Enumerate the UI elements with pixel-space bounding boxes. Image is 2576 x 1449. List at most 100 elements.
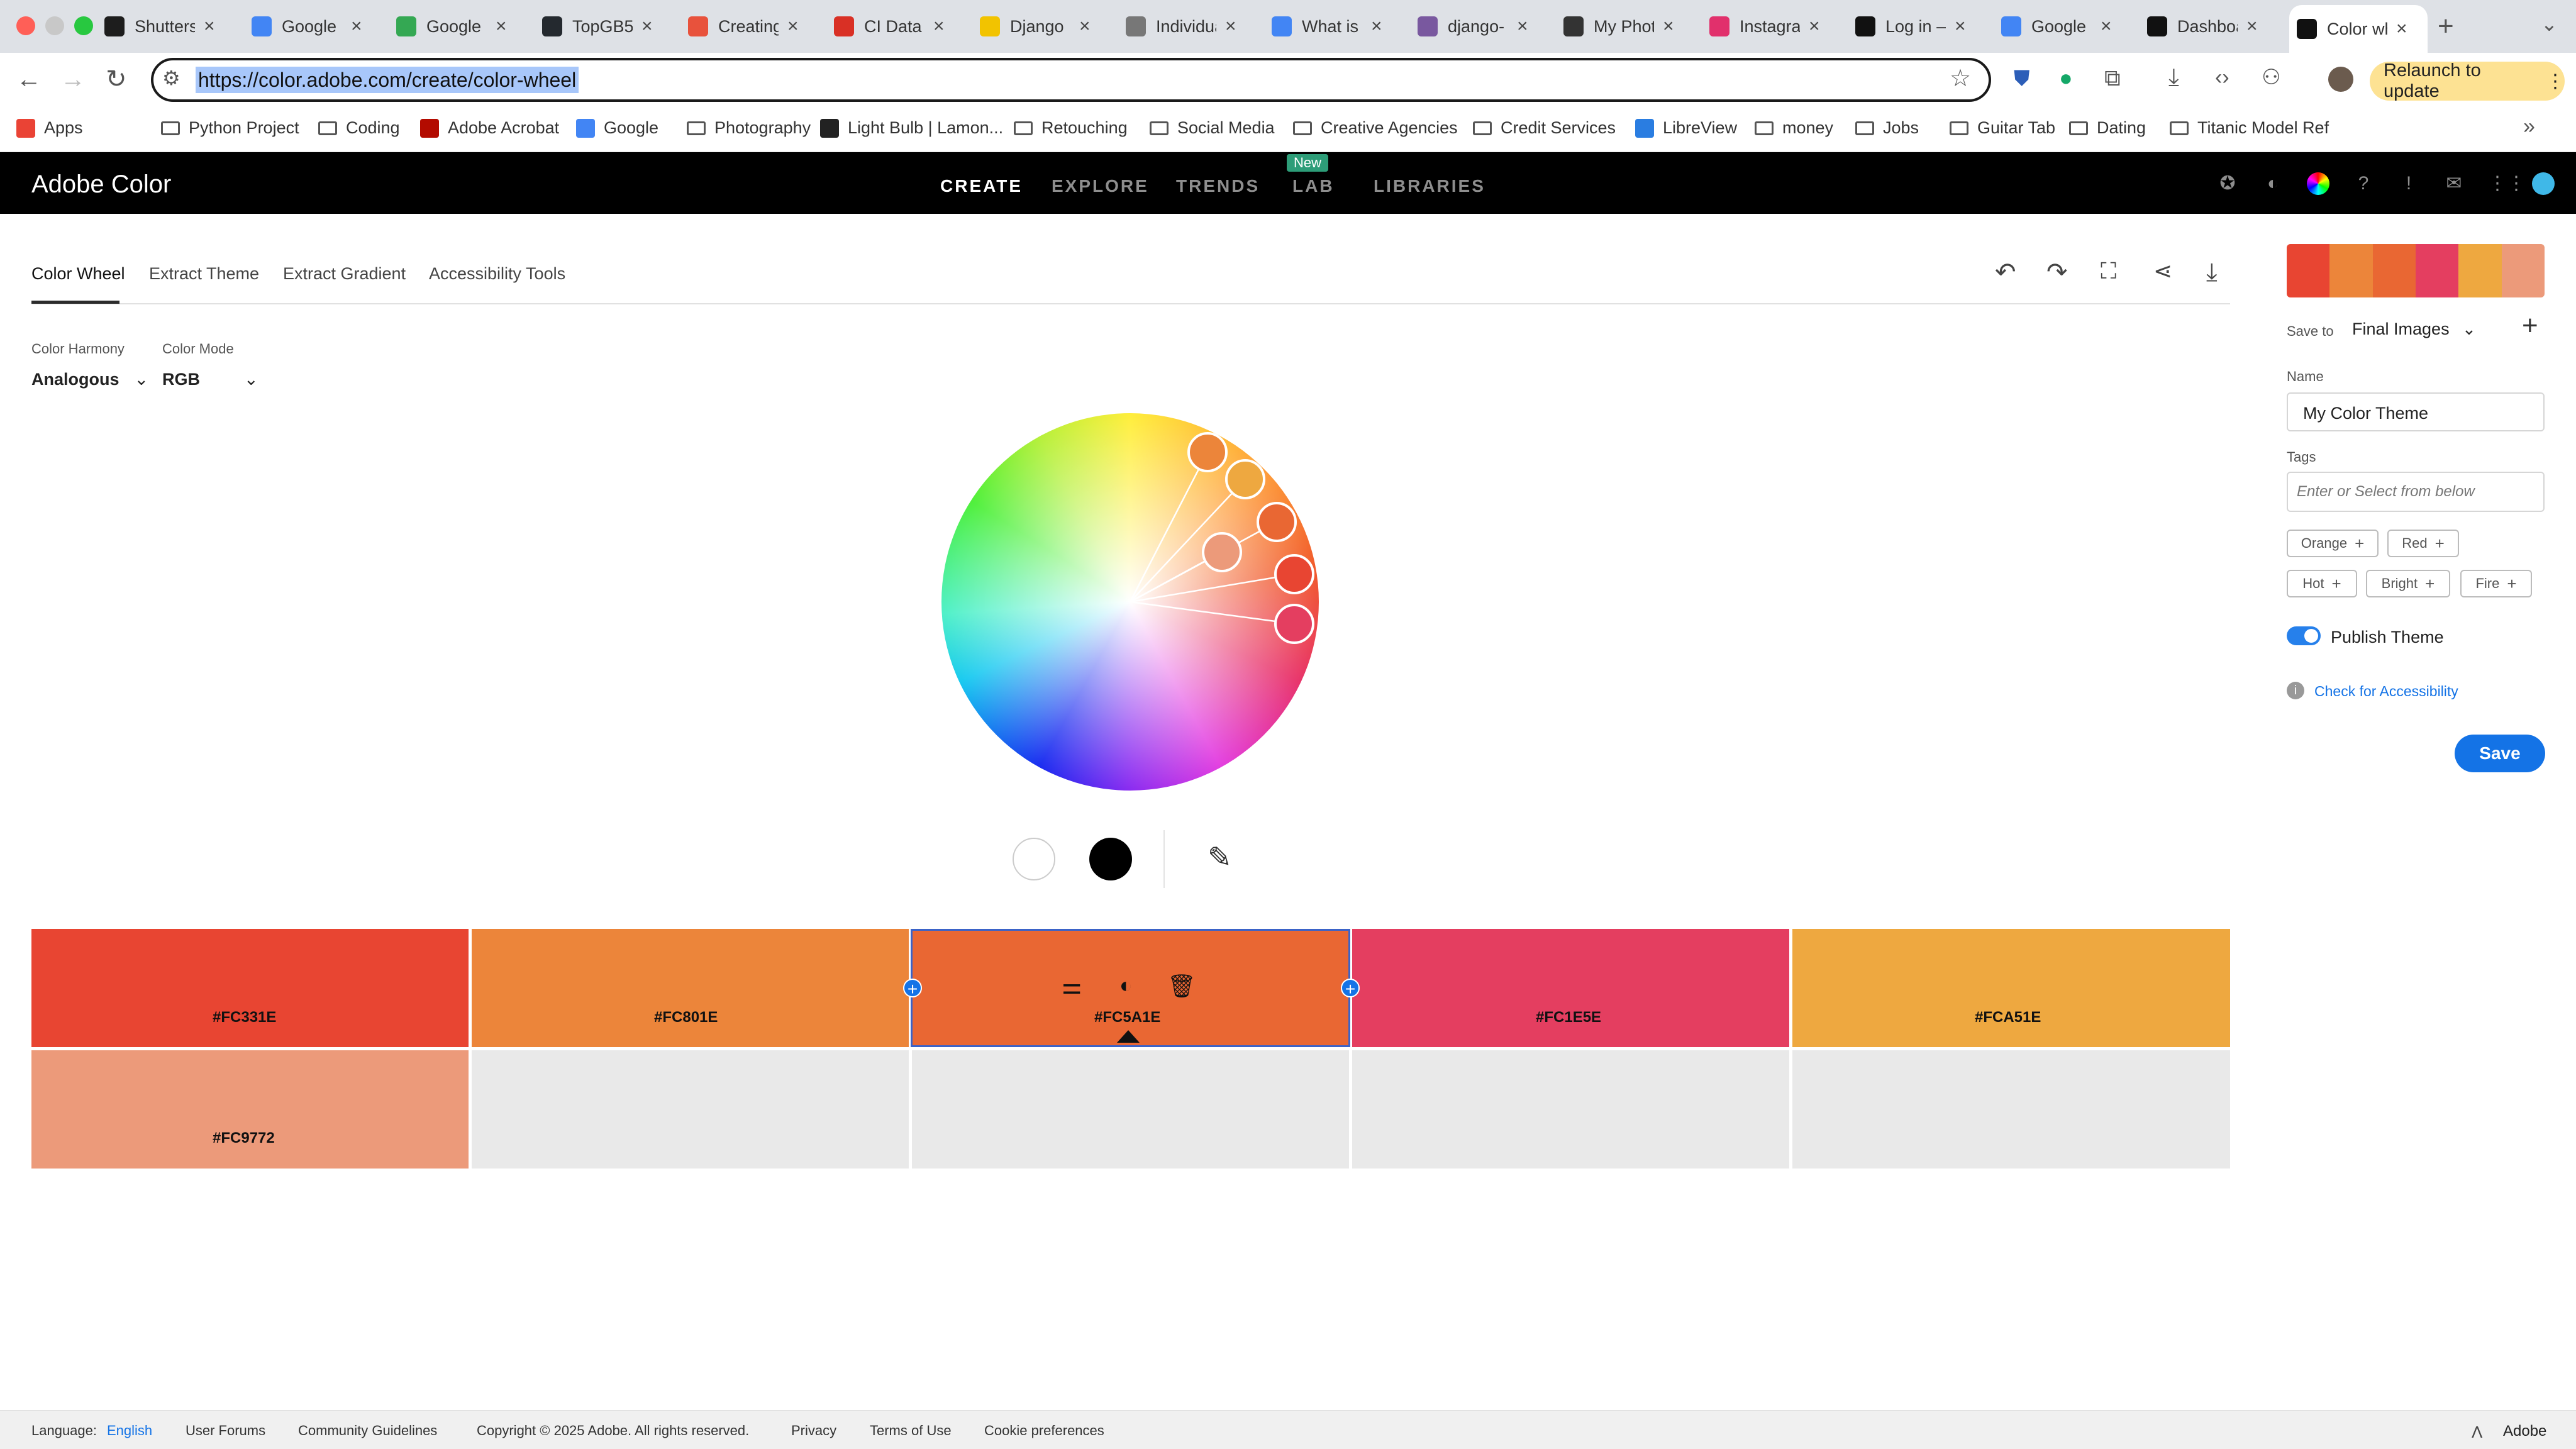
footer-cookie-preferences[interactable]: Cookie preferences — [984, 1423, 1104, 1439]
theme-name-field[interactable]: My Color Theme — [2287, 392, 2545, 431]
swatch-6-hex[interactable]: #FC9772 — [213, 1130, 275, 1147]
bookmark-item[interactable]: money — [1755, 118, 1833, 138]
nav-create[interactable]: CREATE — [940, 176, 1023, 196]
tag-chip[interactable]: Hot + — [2287, 570, 2357, 597]
footer-terms[interactable]: Terms of Use — [870, 1423, 952, 1439]
color-wheel-icon[interactable] — [2307, 172, 2329, 195]
browser-tab[interactable]: Individual × — [1126, 8, 1259, 45]
bookmark-item[interactable]: Python Project — [161, 118, 299, 138]
harmony-dropdown[interactable]: Analogous ⌄ — [31, 370, 148, 389]
redo-icon[interactable]: ↷ — [2046, 260, 2068, 285]
tag-chip[interactable]: Red + — [2387, 530, 2459, 557]
swatch-5[interactable] — [1792, 929, 2230, 1047]
bookmark-item[interactable]: Google — [576, 118, 658, 138]
undo-icon[interactable]: ↶ — [1995, 260, 2016, 285]
swatch-2-hex[interactable]: #FC801E — [654, 1009, 718, 1026]
fullscreen-window-icon[interactable] — [74, 16, 93, 35]
bookmark-item[interactable]: Jobs — [1855, 118, 1919, 138]
brand-logo[interactable]: Adobe Color — [31, 170, 171, 199]
white-brightness-button[interactable] — [1013, 838, 1055, 880]
close-tab-icon[interactable]: × — [1809, 16, 1820, 37]
close-tab-icon[interactable]: × — [1663, 16, 1674, 37]
forward-icon[interactable]: → — [60, 67, 86, 92]
fullscreen-icon[interactable]: ⛶ — [2101, 260, 2116, 282]
wheel-handle-2[interactable] — [1225, 459, 1265, 499]
publish-toggle[interactable] — [2287, 626, 2321, 645]
tab-accessibility-tools[interactable]: Accessibility Tools — [429, 264, 565, 284]
close-tab-icon[interactable]: × — [1371, 16, 1382, 37]
bookmark-item[interactable]: Coding — [318, 118, 400, 138]
swatch-1-hex[interactable]: #FC331E — [213, 1009, 276, 1026]
close-tab-icon[interactable]: × — [1225, 16, 1236, 37]
bookmark-item[interactable]: Light Bulb | Lamon... — [820, 118, 1003, 138]
swatch-6[interactable] — [31, 1050, 469, 1169]
tag-chip[interactable]: Bright + — [2366, 570, 2450, 597]
library-dropdown[interactable]: Final Images ⌄ — [2352, 319, 2476, 339]
help-icon[interactable]: ? — [2352, 172, 2375, 195]
swatch-1[interactable] — [31, 929, 469, 1047]
download-icon[interactable]: ⤓ — [2168, 65, 2179, 89]
wheel-handle-3[interactable] — [1257, 502, 1297, 542]
tab-extract-theme[interactable]: Extract Theme — [149, 264, 259, 284]
new-tab-icon[interactable]: + — [2438, 13, 2454, 40]
tags-input[interactable]: Enter or Select from below — [2287, 472, 2545, 512]
contrast-icon[interactable]: ◐ — [2262, 172, 2284, 195]
more-bookmarks-icon[interactable]: » — [2523, 116, 2535, 137]
swatch-2[interactable] — [472, 929, 909, 1047]
bookmark-item[interactable]: Titanic Model Ref — [2170, 118, 2329, 138]
share-icon[interactable]: ⋖ — [2153, 260, 2172, 282]
browser-tab[interactable]: TopGB5 × — [542, 8, 675, 45]
mode-dropdown[interactable]: RGB ⌄ — [162, 370, 258, 389]
extensions-icon[interactable]: ⧉ — [2104, 67, 2121, 89]
grammarly-icon[interactable]: ● — [2059, 67, 2073, 89]
tab-color-wheel[interactable]: Color Wheel — [31, 264, 125, 284]
reload-icon[interactable]: ↻ — [106, 67, 127, 92]
bookmark-item[interactable]: Retouching — [1014, 118, 1128, 138]
save-button[interactable]: Save — [2455, 735, 2545, 772]
browser-tab[interactable]: Color wheel × — [2289, 5, 2428, 53]
bookmark-item[interactable]: LibreView — [1635, 118, 1737, 138]
swatch-4[interactable] — [1352, 929, 1789, 1047]
browser-tab[interactable]: django- × — [1418, 8, 1551, 45]
bookmark-item[interactable]: Guitar Tab — [1950, 118, 2055, 138]
tag-chip[interactable]: Fire + — [2460, 570, 2532, 597]
tab-extract-gradient[interactable]: Extract Gradient — [283, 264, 406, 284]
feedback-icon[interactable]: ! — [2397, 172, 2420, 195]
close-tab-icon[interactable]: × — [204, 16, 215, 37]
bookmark-item[interactable]: Social Media — [1150, 118, 1275, 138]
add-right-icon[interactable]: + — [1341, 979, 1360, 999]
accessibility-link[interactable]: Check for Accessibility — [2314, 683, 2458, 700]
browser-tab[interactable]: Creating × — [688, 8, 821, 45]
footer-privacy[interactable]: Privacy — [791, 1423, 836, 1439]
black-brightness-button[interactable] — [1089, 838, 1132, 880]
swatch-4-hex[interactable]: #FC1E5E — [1536, 1009, 1601, 1026]
close-tab-icon[interactable]: × — [2396, 18, 2407, 40]
browser-tab[interactable]: Instagram × — [1709, 8, 1843, 45]
tag-chip[interactable]: Orange + — [2287, 530, 2379, 557]
add-left-icon[interactable]: + — [903, 979, 922, 999]
color-wheel[interactable] — [937, 409, 1323, 795]
wheel-handle-1[interactable] — [1187, 432, 1228, 472]
browser-tab[interactable]: Log in – × — [1855, 8, 1989, 45]
devtools-icon[interactable]: ‹› — [2215, 67, 2229, 88]
chat-icon[interactable]: ✉ — [2443, 172, 2465, 195]
wheel-handle-6[interactable] — [1274, 604, 1314, 644]
tab-search-icon[interactable]: ⌄ — [2541, 14, 2558, 34]
browser-tab[interactable]: Dashboard × — [2147, 8, 2280, 45]
add-library-icon[interactable]: + — [2522, 312, 2538, 340]
close-tab-icon[interactable]: × — [1955, 16, 1966, 37]
close-tab-icon[interactable]: × — [787, 16, 799, 37]
browser-tab[interactable]: What is × — [1272, 8, 1405, 45]
swatch-3-hex[interactable]: #FC5A1E — [1094, 1009, 1160, 1026]
url-text[interactable]: https://color.adobe.com/create/color-whe… — [196, 67, 579, 93]
incognito-icon[interactable]: ⚇ — [2262, 67, 2280, 88]
close-tab-icon[interactable]: × — [351, 16, 362, 37]
browser-tab[interactable]: Google × — [2001, 8, 2135, 45]
language-link[interactable]: English — [107, 1423, 152, 1439]
close-tab-icon[interactable]: × — [496, 16, 507, 37]
back-icon[interactable]: ← — [16, 67, 42, 92]
close-tab-icon[interactable]: × — [641, 16, 653, 37]
close-tab-icon[interactable]: × — [1517, 16, 1528, 37]
adjust-sliders-icon[interactable]: ⚌ — [1062, 975, 1082, 997]
password-manager-icon[interactable]: ⛊ — [2014, 68, 2030, 89]
